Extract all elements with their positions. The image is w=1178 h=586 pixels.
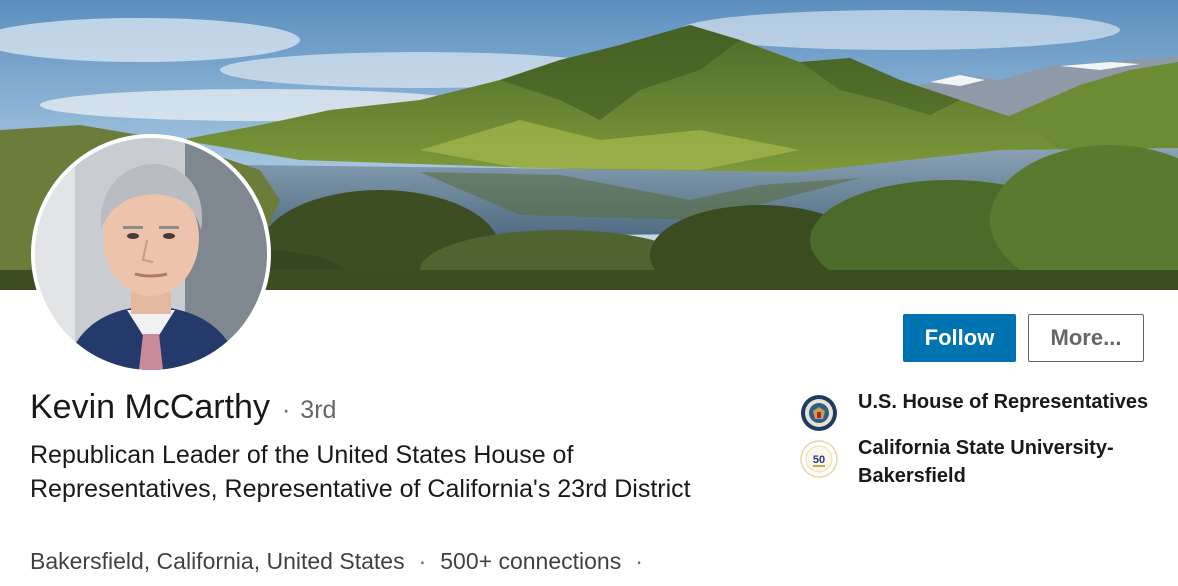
education-item[interactable]: 50 California State University-Bakersfie… xyxy=(800,434,1160,490)
csub-50-years-icon: 50 xyxy=(800,440,838,478)
connection-degree: · 3rd xyxy=(282,396,336,425)
experience-item[interactable]: U.S. House of Representatives xyxy=(800,388,1160,432)
more-actions-button[interactable]: More... xyxy=(1028,314,1144,362)
avatar-photo xyxy=(35,138,267,370)
experience-name: U.S. House of Representatives xyxy=(858,391,1149,413)
profile-headline: Republican Leader of the United States H… xyxy=(30,441,691,503)
profile-location: Bakersfield, California, United States xyxy=(30,548,405,574)
degree-label: 3rd xyxy=(300,396,337,424)
name-row: Kevin McCarthy · 3rd xyxy=(30,388,336,427)
degree-separator: · xyxy=(281,396,291,424)
meta-trailing-separator: · xyxy=(635,548,643,574)
education-name: California State University-Bakersfield xyxy=(858,437,1114,487)
profile-card: Follow More... Kevin McCarthy · 3rd Repub… xyxy=(0,0,1178,586)
connections-count[interactable]: 500+ connections xyxy=(440,548,621,575)
location-connections-row: Bakersfield, California, United States ·… xyxy=(30,548,657,575)
meta-separator: · xyxy=(418,548,427,574)
follow-button[interactable]: Follow xyxy=(903,314,1016,362)
profile-avatar[interactable] xyxy=(31,134,271,374)
csub-logo-text: 50 xyxy=(813,454,825,466)
house-seal-icon xyxy=(800,394,838,432)
experience-education-list: U.S. House of Representatives 50 Califor… xyxy=(800,388,1160,492)
profile-name: Kevin McCarthy xyxy=(30,388,270,426)
